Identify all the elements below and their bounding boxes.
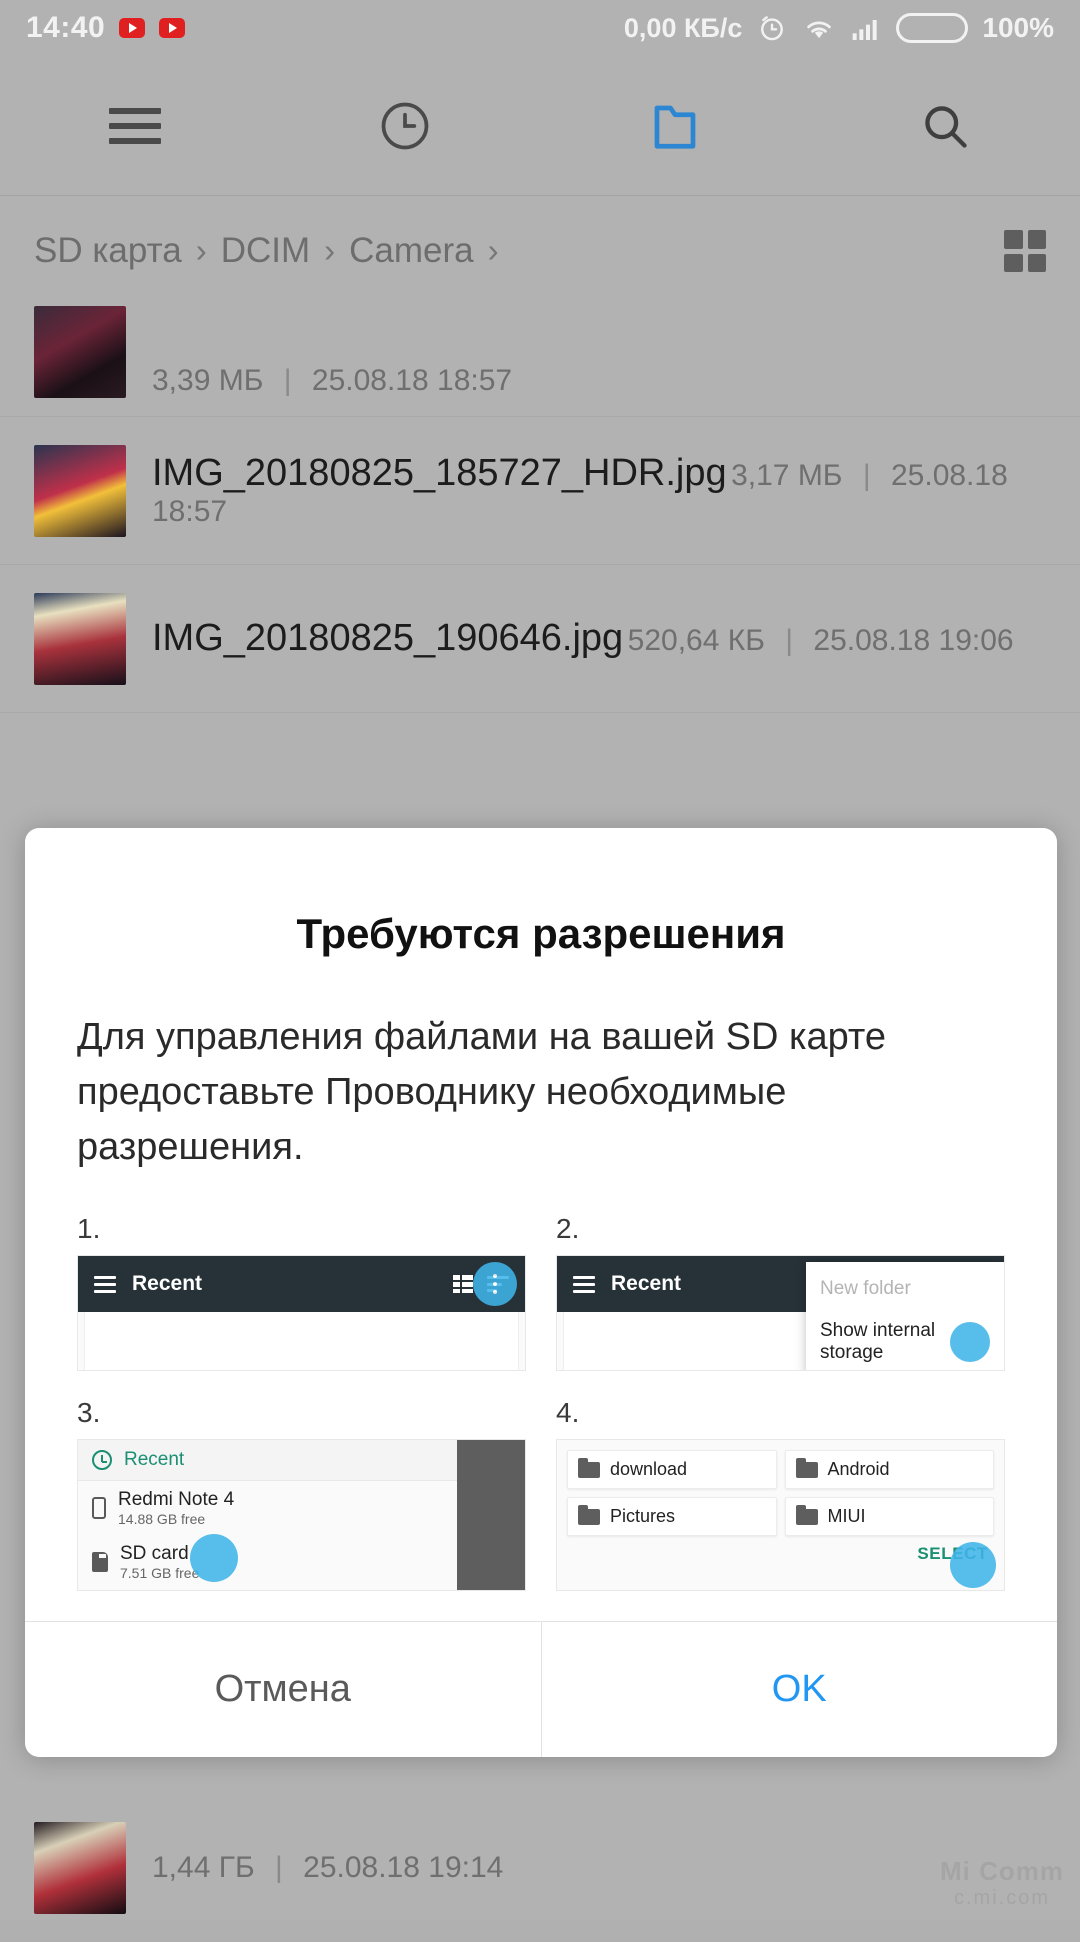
drawer-item-text: Redmi Note 4 14.88 GB free: [118, 1489, 234, 1527]
drawer-item-recent[interactable]: Recent: [78, 1440, 457, 1482]
overflow-menu-icon: [493, 1274, 497, 1295]
drawer-item-label: Recent: [124, 1449, 185, 1471]
folder-icon: [795, 1457, 818, 1478]
step-frame: download Android Pictures MIUI: [556, 1439, 1005, 1592]
step-frame: Recent: [77, 1255, 526, 1372]
tap-indicator: [190, 1534, 238, 1583]
folder-label: Android: [827, 1459, 890, 1480]
folder-grid: download Android Pictures MIUI: [567, 1450, 994, 1537]
folder-label: Pictures: [610, 1506, 676, 1527]
mini-toolbar: Recent: [78, 1256, 525, 1313]
instruction-step-4: 4. download Android Pictures MIUI: [556, 1397, 1005, 1592]
folder-picker: download Android Pictures MIUI: [557, 1440, 1004, 1591]
dialog-body: Для управления файлами на вашей SD карте…: [77, 1016, 887, 1169]
storage-subtitle: 7.51 GB free: [120, 1564, 200, 1581]
hamburger-menu-icon: [94, 1275, 116, 1293]
drawer-item-internal[interactable]: Redmi Note 4 14.88 GB free: [78, 1481, 457, 1535]
mini-content-area: [84, 1312, 519, 1371]
folder-icon: [578, 1457, 600, 1478]
instruction-illustration: 1. Recent 2. Recent New folder Show inte…: [25, 1175, 1057, 1621]
instruction-step-3: 3. Recent Redmi Note 4 14.88 GB free SD …: [77, 1397, 526, 1592]
list-view-icon: [453, 1275, 473, 1294]
permission-dialog: Требуются разрешения Для управления файл…: [25, 828, 1058, 1758]
folder-label: MIUI: [827, 1506, 866, 1527]
folder-icon: [578, 1504, 600, 1525]
menu-item-new-folder: New folder: [820, 1278, 911, 1300]
mini-toolbar: Recent New folder Show internal storage: [557, 1256, 1004, 1371]
tap-indicator: [473, 1262, 517, 1307]
step-frame: Recent New folder Show internal storage: [556, 1255, 1005, 1372]
folder-icon: [795, 1504, 818, 1525]
step-number: 3.: [77, 1397, 101, 1429]
instruction-step-2: 2. Recent New folder Show internal stora…: [556, 1213, 1005, 1372]
phone-icon: [92, 1497, 106, 1520]
folder-label: download: [610, 1459, 688, 1480]
drawer-item-sdcard[interactable]: SD card 7.51 GB free: [78, 1535, 457, 1589]
ok-button[interactable]: OK: [542, 1622, 1058, 1757]
drawer-scrim: [457, 1440, 525, 1591]
step-number: 2.: [556, 1213, 580, 1245]
folder-chip-pictures[interactable]: Pictures: [567, 1497, 777, 1537]
tap-indicator: [950, 1542, 996, 1589]
sd-card-icon: [92, 1552, 108, 1573]
instruction-step-1: 1. Recent: [77, 1213, 526, 1372]
tap-indicator: [950, 1322, 990, 1363]
storage-subtitle: 14.88 GB free: [118, 1511, 206, 1528]
select-row: SELECT: [567, 1536, 994, 1564]
step-number: 1.: [77, 1213, 101, 1245]
step-number: 4.: [556, 1397, 580, 1429]
drawer-list: Recent Redmi Note 4 14.88 GB free SD car…: [78, 1440, 457, 1590]
storage-title: SD card: [120, 1543, 189, 1565]
storage-drawer: Recent Redmi Note 4 14.88 GB free SD car…: [78, 1440, 525, 1591]
dialog-title: Требуются разрешения: [296, 910, 786, 957]
folder-chip-download[interactable]: download: [567, 1450, 777, 1490]
folder-chip-android[interactable]: Android: [784, 1450, 994, 1490]
dialog-actions: Отмена OK: [25, 1621, 1058, 1758]
drawer-item-text: SD card 7.51 GB free: [120, 1543, 199, 1581]
step-frame: Recent Redmi Note 4 14.88 GB free SD car…: [77, 1439, 526, 1592]
clock-recent-icon: [92, 1450, 112, 1471]
folder-chip-miui[interactable]: MIUI: [784, 1497, 994, 1537]
cancel-button[interactable]: Отмена: [25, 1622, 542, 1758]
storage-title: Redmi Note 4: [118, 1489, 235, 1511]
hamburger-menu-icon: [573, 1275, 595, 1293]
mini-toolbar-title: Recent: [132, 1272, 203, 1296]
mini-toolbar-title: Recent: [611, 1272, 682, 1296]
